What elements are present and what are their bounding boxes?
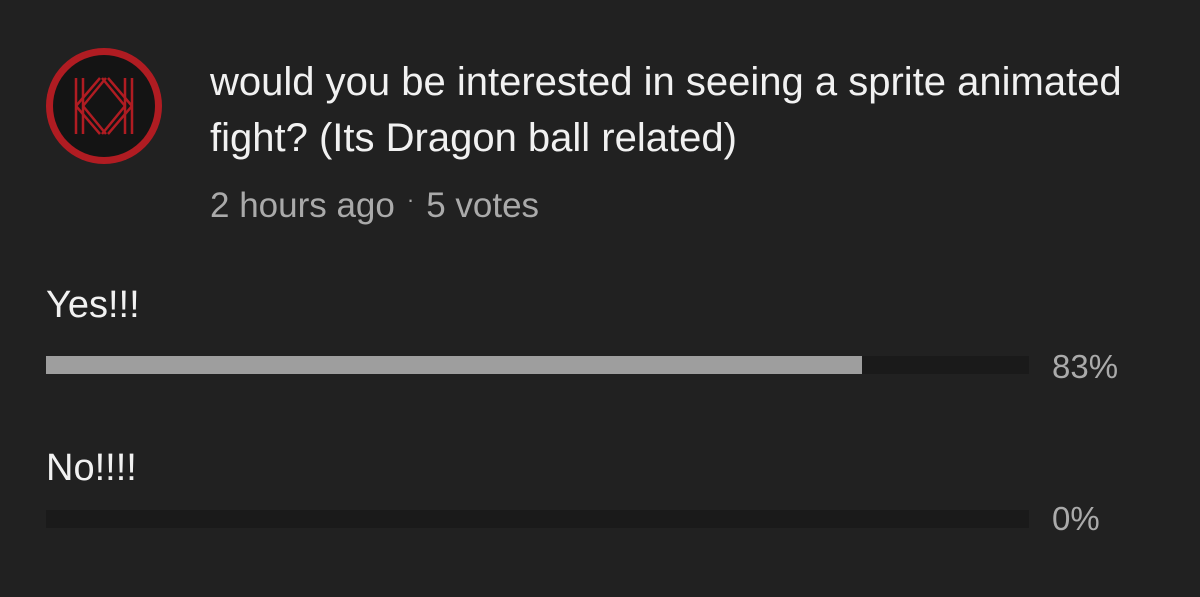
channel-avatar[interactable] [46, 48, 162, 164]
poll-result-bar [46, 356, 1029, 374]
poll-option-label: No!!!! [46, 447, 137, 489]
poll-result-fill [46, 356, 862, 374]
vote-count: 5 votes [426, 186, 540, 225]
poll-option[interactable]: Yes!!! 83% [46, 283, 1156, 385]
poll-option[interactable]: No!!!! 0% [46, 446, 1156, 537]
community-post: would you be interested in seeing a spri… [0, 0, 1200, 597]
kk-logo-icon [48, 50, 160, 162]
poll-option-label: Yes!!! [46, 284, 140, 326]
poll-question: would you be interested in seeing a spri… [210, 60, 1122, 160]
poll-option-percent: 83% [1052, 348, 1119, 385]
poll-option-percent: 0% [1052, 500, 1100, 537]
post-meta: 2 hours ago · 5 votes [210, 180, 1170, 226]
meta-separator: · [406, 187, 415, 212]
post-timestamp[interactable]: 2 hours ago [210, 186, 395, 225]
post-header: would you be interested in seeing a spri… [210, 54, 1170, 226]
poll-result-bar [46, 510, 1029, 528]
